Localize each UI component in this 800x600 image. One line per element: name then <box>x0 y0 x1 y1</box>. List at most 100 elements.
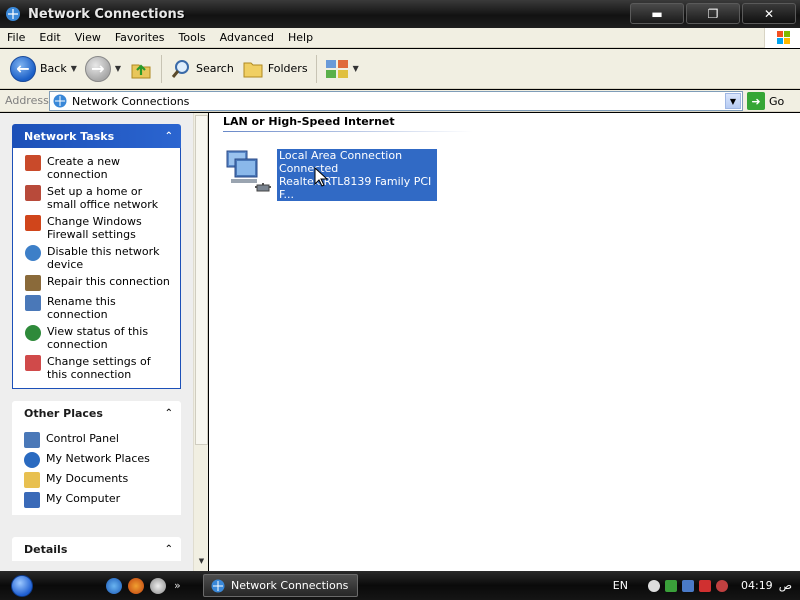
connection-label[interactable]: Local Area Connection Connected Realtek … <box>277 149 437 201</box>
menu-tools[interactable]: Tools <box>172 31 213 44</box>
disable-network-icon <box>25 245 41 261</box>
network-connections-icon <box>6 7 20 21</box>
tray-app-icon[interactable] <box>647 579 660 592</box>
task-pane: Network Tasks ⌃ Create a new connection … <box>0 113 208 571</box>
toolbar: ← Back ▼ → ▼ Search Folders ▼ <box>0 49 800 89</box>
collapse-chevron-icon[interactable]: ⌃ <box>165 544 173 555</box>
back-button[interactable]: ← Back ▼ <box>6 53 81 85</box>
forward-arrow-icon: → <box>84 55 111 82</box>
status-icon <box>25 325 41 341</box>
network-places-icon <box>24 452 40 468</box>
content-area: LAN or High-Speed Internet Local Area Co… <box>209 113 800 571</box>
task-repair-connection[interactable]: Repair this connection <box>25 275 174 291</box>
menu-advanced[interactable]: Advanced <box>213 31 281 44</box>
close-button[interactable]: ✕ <box>742 3 796 24</box>
menu-help[interactable]: Help <box>281 31 320 44</box>
up-folder-icon <box>131 63 151 78</box>
network-connections-icon <box>211 579 225 592</box>
task-firewall-settings[interactable]: Change Windows Firewall settings <box>25 215 174 241</box>
scrollbar-thumb[interactable] <box>195 115 208 445</box>
home-network-icon <box>25 185 41 201</box>
scroll-down-icon[interactable]: ▼ <box>195 557 208 569</box>
window-title: Network Connections <box>28 6 185 22</box>
place-label: My Network Places <box>46 452 150 465</box>
address-input[interactable]: Network Connections ▼ <box>49 91 743 111</box>
quick-launch-app-icon[interactable] <box>150 577 166 594</box>
go-button[interactable]: ➜ Go <box>747 92 784 110</box>
repair-icon <box>25 275 41 291</box>
system-tray: EN 04:19 ص <box>613 571 800 600</box>
address-label: Address <box>5 94 49 107</box>
place-my-documents[interactable]: My Documents <box>24 472 175 488</box>
other-places-title: Other Places <box>24 406 103 420</box>
network-tasks-title: Network Tasks <box>24 129 115 143</box>
task-label: View status of this connection <box>47 325 149 351</box>
task-label: Rename this connection <box>47 295 116 321</box>
forward-dropdown-icon[interactable]: ▼ <box>115 64 121 73</box>
views-button[interactable]: ▼ <box>321 53 363 85</box>
details-header[interactable]: Details ⌃ <box>12 537 181 561</box>
task-label: Repair this connection <box>47 275 170 288</box>
address-bar: Address Network Connections ▼ ➜ Go <box>0 90 800 112</box>
task-change-settings[interactable]: Change settings of this connection <box>25 355 174 381</box>
control-panel-icon <box>24 432 40 448</box>
task-view-status[interactable]: View status of this connection <box>25 325 174 351</box>
group-title: LAN or High-Speed Internet <box>223 115 395 128</box>
quick-launch-more-icon[interactable]: » <box>174 579 181 592</box>
connection-item[interactable]: Local Area Connection Connected Realtek … <box>223 147 437 201</box>
go-label: Go <box>769 94 785 108</box>
task-pane-scrollbar[interactable]: ▼ <box>193 113 208 571</box>
internet-explorer-icon[interactable] <box>106 577 122 594</box>
task-disable-device[interactable]: Disable this network device <box>25 245 174 271</box>
maximize-button[interactable]: ❐ <box>686 3 740 24</box>
title-bar[interactable]: Network Connections ▬ ❐ ✕ <box>0 0 800 28</box>
tray-monitor-icon[interactable] <box>681 579 694 592</box>
menu-view[interactable]: View <box>68 31 108 44</box>
group-divider <box>223 131 473 132</box>
details-title: Details <box>24 542 68 556</box>
firefox-icon[interactable] <box>128 577 144 594</box>
up-button[interactable] <box>125 53 157 85</box>
tray-network-icon[interactable] <box>664 579 677 592</box>
task-home-network[interactable]: Set up a home or small office network <box>25 185 174 211</box>
other-places-panel: Other Places ⌃ Control Panel My Network … <box>12 401 181 515</box>
task-create-connection[interactable]: Create a new connection <box>25 155 174 181</box>
place-my-computer[interactable]: My Computer <box>24 492 175 508</box>
place-network-places[interactable]: My Network Places <box>24 452 175 468</box>
minimize-button[interactable]: ▬ <box>630 3 684 24</box>
taskbar-network-connections[interactable]: Network Connections <box>203 574 358 597</box>
menu-file[interactable]: File <box>0 31 32 44</box>
tray-security-icon[interactable] <box>698 579 711 592</box>
menu-favorites[interactable]: Favorites <box>108 31 172 44</box>
network-tasks-header[interactable]: Network Tasks ⌃ <box>12 124 181 148</box>
rename-icon <box>25 295 41 311</box>
views-dropdown-icon[interactable]: ▼ <box>353 64 359 73</box>
toolbar-separator <box>161 54 163 83</box>
collapse-chevron-icon[interactable]: ⌃ <box>165 408 173 419</box>
back-arrow-icon: ← <box>10 55 36 82</box>
clock-time[interactable]: 04:19 <box>741 579 773 592</box>
task-rename-connection[interactable]: Rename this connection <box>25 295 174 321</box>
language-indicator[interactable]: EN <box>613 579 628 592</box>
search-icon <box>171 59 190 78</box>
tray-alert-icon[interactable] <box>715 579 728 592</box>
address-value: Network Connections <box>72 94 190 108</box>
computer-icon <box>24 492 40 508</box>
documents-icon <box>24 472 40 488</box>
clock-ampm: ص <box>778 579 792 592</box>
start-button[interactable] <box>0 571 44 600</box>
place-control-panel[interactable]: Control Panel <box>24 432 175 448</box>
folders-button[interactable]: Folders <box>238 53 312 85</box>
place-label: My Computer <box>46 492 121 505</box>
forward-button[interactable]: → ▼ <box>81 53 125 85</box>
place-label: My Documents <box>46 472 129 485</box>
back-dropdown-icon[interactable]: ▼ <box>71 64 77 73</box>
settings-icon <box>25 355 41 371</box>
other-places-list: Control Panel My Network Places My Docum… <box>12 425 181 515</box>
search-button[interactable]: Search <box>166 53 238 85</box>
collapse-chevron-icon[interactable]: ⌃ <box>165 131 173 142</box>
menu-edit[interactable]: Edit <box>32 31 67 44</box>
other-places-header[interactable]: Other Places ⌃ <box>12 401 181 425</box>
address-dropdown-icon[interactable]: ▼ <box>725 93 741 109</box>
task-label: Create a new connection <box>47 155 121 181</box>
